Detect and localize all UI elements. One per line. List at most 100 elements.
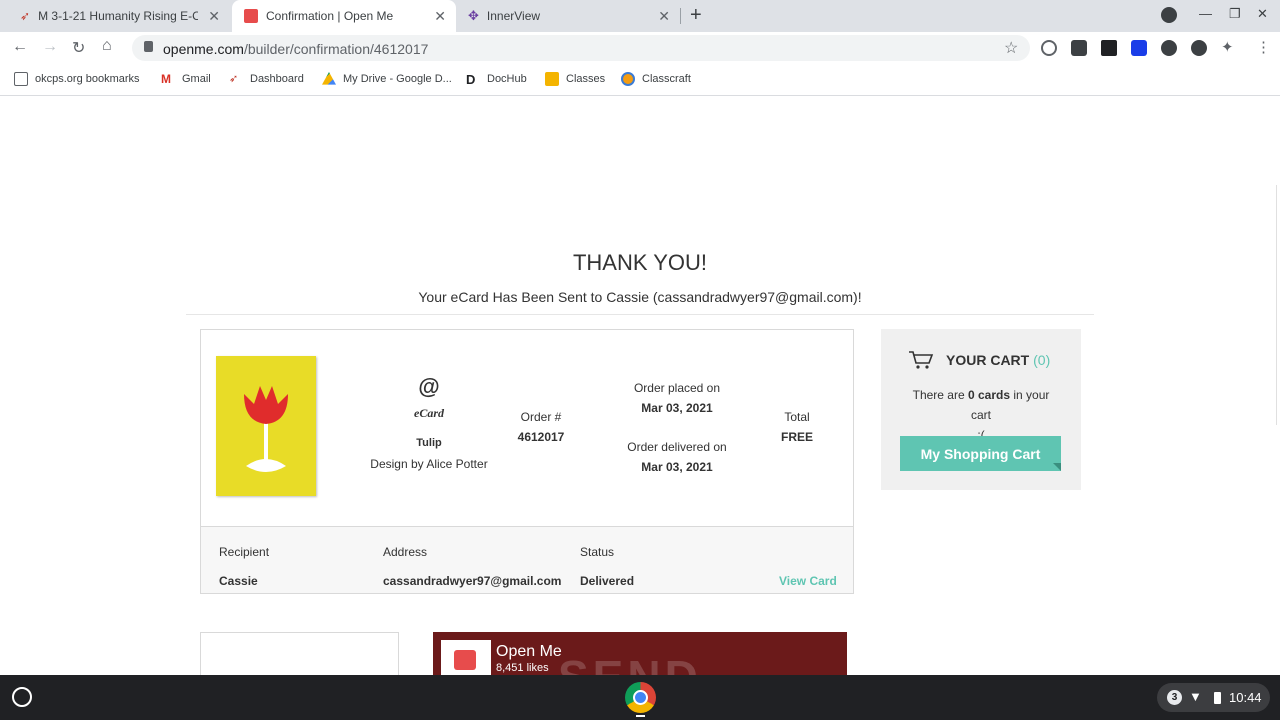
tab-strip: ➶ M 3-1-21 Humanity Rising E-Car ✕ Confi…	[0, 0, 1280, 32]
url-host: openme.com	[163, 41, 244, 57]
folder-icon	[14, 72, 28, 86]
spy-extension-icon[interactable]	[1071, 40, 1087, 56]
bookmark-classes[interactable]: Classes	[545, 72, 605, 86]
power-extension-icon[interactable]	[1041, 40, 1057, 56]
bookmark-dashboard[interactable]: ➶ Dashboard	[229, 72, 304, 86]
tab-title: Confirmation | Open Me	[266, 9, 394, 23]
bookmark-label: okcps.org bookmarks	[35, 73, 140, 85]
forward-icon[interactable]: →	[42, 38, 58, 56]
classroom-icon	[545, 72, 559, 86]
new-tab-plus-icon[interactable]: +	[690, 4, 702, 27]
shopping-cart-icon	[909, 351, 934, 369]
tab-innerview[interactable]: ✥ InnerView ✕	[456, 0, 680, 32]
tulip-card-thumbnail[interactable]	[216, 356, 316, 496]
total-value: FREE	[780, 430, 813, 444]
dn-extension-icon[interactable]	[1101, 40, 1117, 56]
order-number-label: Order #	[520, 410, 562, 424]
facebook-likes: 8,451 likes	[496, 662, 549, 674]
sent-message: Your eCard Has Been Sent to Cassie (cass…	[418, 289, 862, 305]
bookmark-label: DocHub	[487, 73, 527, 85]
notification-count: 3	[1167, 690, 1182, 705]
placed-label: Order placed on	[633, 381, 721, 395]
cart-text-prefix: There are	[912, 388, 965, 402]
url-path: /builder/confirmation/4612017	[243, 41, 429, 57]
shield-extension-icon[interactable]	[1161, 40, 1177, 56]
tab-title: InnerView	[486, 9, 541, 23]
tab-humanity-rising[interactable]: ➶ M 3-1-21 Humanity Rising E-Car ✕	[8, 0, 230, 32]
card-name: Tulip	[416, 437, 442, 449]
chrome-app-icon[interactable]	[625, 682, 656, 713]
status-label: Status	[580, 545, 615, 559]
bookmark-star-icon[interactable]: ☆	[1004, 38, 1018, 58]
close-icon[interactable]: ✕	[434, 8, 446, 25]
status-tray[interactable]: 3 ▼ 10:44	[1157, 683, 1270, 712]
tab-title: M 3-1-21 Humanity Rising E-Car	[38, 9, 199, 23]
total-label: Total	[784, 410, 810, 424]
bookmark-gmail[interactable]: M Gmail	[161, 72, 211, 86]
delivered-date: Mar 03, 2021	[641, 460, 713, 474]
dochub-icon: D	[466, 72, 476, 87]
battery-icon	[1214, 692, 1221, 704]
bookmark-dochub[interactable]: D DocHub	[466, 72, 527, 87]
order-summary: @ eCard Tulip Design by Alice Potter Ord…	[200, 329, 854, 594]
scrollbar[interactable]	[1276, 185, 1277, 425]
profile-dropdown-icon[interactable]	[1161, 7, 1177, 23]
page-title: THANK YOU!	[572, 250, 708, 275]
innerview-icon: ✥	[468, 8, 479, 23]
ecard-label: eCard	[414, 406, 444, 420]
cart-text-count: 0 cards	[967, 388, 1011, 402]
cart-title: YOUR CART (0)	[946, 352, 1050, 368]
view-card-link[interactable]: View Card	[779, 574, 837, 588]
placed-date: Mar 03, 2021	[641, 401, 713, 415]
dashboard-icon: ➶	[229, 73, 239, 85]
wifi-icon: ▼	[1189, 689, 1202, 704]
bookmark-label: Classes	[566, 73, 606, 85]
google-drive-icon	[322, 72, 336, 85]
shield2-extension-icon[interactable]	[1191, 40, 1207, 56]
status-value: Delivered	[580, 574, 635, 588]
minimize-icon[interactable]: —	[1199, 6, 1212, 21]
humanity-rising-icon: ➶	[20, 9, 31, 23]
launcher-icon[interactable]	[12, 687, 32, 707]
bookmark-google-drive[interactable]: My Drive - Google D...	[322, 72, 452, 86]
tab-separator	[680, 8, 681, 24]
tulip-illustration	[244, 386, 288, 472]
button-corner-fold	[1053, 463, 1061, 471]
restore-icon[interactable]: ❐	[1229, 6, 1241, 22]
facebook-page-name[interactable]: Open Me	[496, 643, 562, 661]
clock: 10:44	[1229, 690, 1262, 705]
bookmark-label: My Drive - Google D...	[343, 73, 452, 85]
ecard-at-icon: @	[418, 374, 440, 399]
bookmark-label: Gmail	[182, 73, 211, 85]
home-icon[interactable]: ⌂	[102, 37, 112, 55]
tab-confirmation[interactable]: Confirmation | Open Me ✕	[232, 0, 456, 32]
url-text[interactable]: openme.com/builder/confirmation/4612017	[163, 41, 428, 57]
close-icon[interactable]: ✕	[658, 8, 670, 25]
address-label: Address	[383, 545, 428, 559]
recipient-value: Cassie	[219, 574, 258, 588]
delivered-label: Order delivered on	[627, 440, 727, 454]
active-app-indicator	[636, 715, 645, 717]
extensions-puzzle-icon[interactable]: ✦	[1221, 38, 1234, 56]
address-value: cassandradwyer97@gmail.com	[383, 574, 562, 588]
lock-icon[interactable]	[144, 41, 153, 52]
close-window-icon[interactable]: ✕	[1257, 6, 1268, 22]
order-number: 4612017	[517, 430, 565, 444]
bookmark-label: Dashboard	[250, 73, 304, 85]
my-shopping-cart-button[interactable]: My Shopping Cart	[900, 436, 1061, 471]
reload-icon[interactable]: ↻	[72, 38, 85, 58]
menu-kebab-icon[interactable]: ⋮	[1256, 38, 1271, 56]
divider	[186, 314, 1094, 315]
bookmark-okcps[interactable]: okcps.org bookmarks	[14, 72, 140, 86]
cart-count: (0)	[1033, 352, 1051, 368]
cart-title-text: YOUR CART	[946, 352, 1030, 368]
c-extension-icon[interactable]	[1131, 40, 1147, 56]
gmail-icon: M	[161, 72, 171, 86]
bookmark-classcraft[interactable]: Classcraft	[621, 72, 691, 86]
recipient-label: Recipient	[219, 545, 270, 559]
os-shelf: 3 ▼ 10:44	[0, 675, 1280, 720]
classcraft-icon	[621, 72, 635, 86]
openme-icon	[244, 9, 258, 23]
back-icon[interactable]: ←	[12, 38, 28, 56]
close-icon[interactable]: ✕	[208, 8, 220, 25]
